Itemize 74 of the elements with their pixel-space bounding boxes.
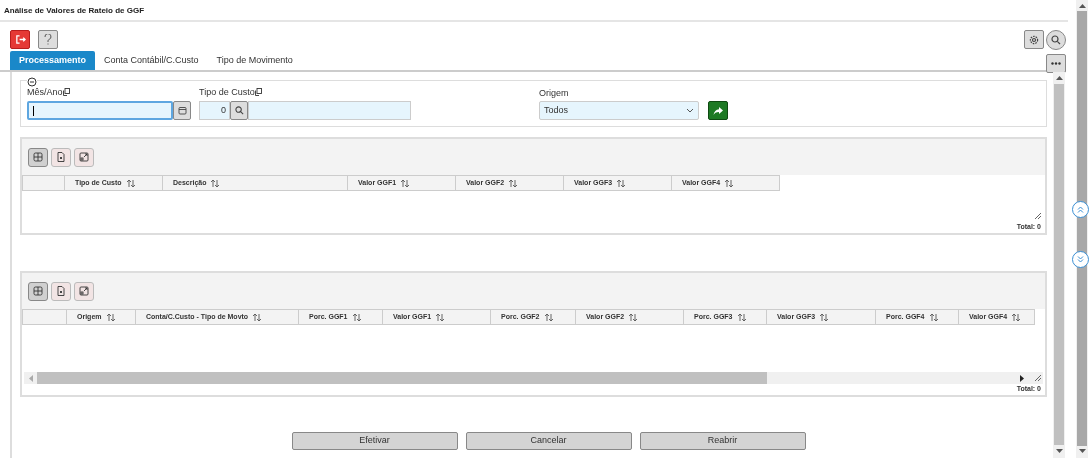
more-icon [1051,62,1061,65]
sort-icon[interactable] [125,178,136,188]
collapse-icon [27,77,37,87]
grid-icon [33,286,43,296]
share-arrow-icon [713,106,723,115]
grid-icon [33,152,43,162]
go-button[interactable] [708,101,728,120]
sort-icon[interactable] [400,178,411,188]
horizontal-scrollbar[interactable] [24,372,1043,384]
sort-icon[interactable] [1011,312,1022,322]
description-field[interactable] [248,101,411,120]
calendar-button[interactable] [173,101,191,120]
exit-icon [14,34,26,45]
sort-icon[interactable] [628,312,639,322]
sort-icon[interactable] [210,178,221,188]
scroll-left-icon [28,374,33,382]
cost-type-field[interactable]: 0 [199,101,230,120]
chevron-down-icon [686,108,694,113]
search-button[interactable] [230,101,248,120]
help-icon [44,34,52,45]
resize-handle-icon[interactable] [1034,374,1042,382]
calendar-icon [177,106,187,115]
scroll-down-icon [1078,449,1086,454]
export-button[interactable] [51,147,71,167]
scroll-up-icon [1055,75,1063,80]
help-button[interactable] [38,30,58,49]
origin-dropdown[interactable]: Todos [539,101,699,120]
double-chevron-down-icon [1077,256,1084,263]
scrollbar[interactable] [1053,72,1065,458]
expand-icon [79,152,89,162]
tab[interactable]: Processamento [10,51,96,70]
expand-button[interactable] [74,281,94,301]
sort-icon[interactable] [435,312,446,322]
expand-icon [79,286,89,296]
sort-icon[interactable] [736,312,747,322]
more-button[interactable] [1046,54,1066,73]
expand-button[interactable] [74,147,94,167]
dropdown-value: Todos [544,103,569,117]
search-icon [234,106,244,115]
page-scrollbar[interactable] [1076,0,1088,458]
document-icon [56,152,66,162]
field-label: Origem [539,87,570,99]
sort-icon[interactable] [252,312,263,322]
settings-button[interactable] [1024,30,1044,49]
double-chevron-up-icon [1077,206,1084,213]
settings-icon [1029,34,1039,45]
sort-icon[interactable] [351,312,362,322]
sort-icon[interactable] [508,178,519,188]
grid-view-button[interactable] [28,147,48,167]
sort-icon[interactable] [928,312,939,322]
scroll-down-icon [1055,449,1063,454]
sort-icon[interactable] [543,312,554,322]
export-button[interactable] [51,281,71,301]
action-button[interactable]: Cancelar [465,432,632,450]
search-button[interactable] [1046,30,1066,50]
sort-icon[interactable] [105,312,116,322]
window-title: Análise de Valores de Rateio de GGF [4,5,145,17]
sort-icon[interactable] [819,312,830,322]
action-button[interactable]: Efetivar [291,432,458,450]
resize-handle-icon[interactable] [1034,212,1042,220]
search-icon [1051,35,1061,45]
month-year-field[interactable] [27,101,173,120]
field-label: Tipo de Custo [199,85,255,99]
sort-icon[interactable] [616,178,627,188]
copy-icon [62,88,70,96]
exit-button[interactable] [10,30,30,49]
action-button[interactable]: Reabrir [639,432,806,450]
scroll-right-icon [1020,374,1025,382]
copy-icon [254,88,262,96]
scroll-up-icon [1078,3,1086,8]
document-icon [56,286,66,296]
grid-view-button[interactable] [28,281,48,301]
field-label: Mês/Ano [27,85,63,99]
sort-icon[interactable] [724,178,735,188]
